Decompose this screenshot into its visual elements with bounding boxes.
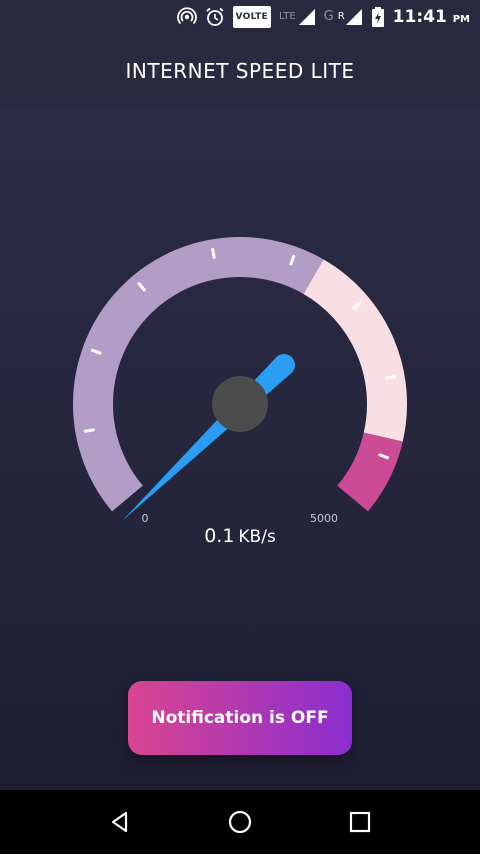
- recents-button[interactable]: [338, 800, 382, 844]
- gauge-min-label: 0: [142, 512, 149, 525]
- gauge-hub: [212, 376, 268, 432]
- hotspot-icon: [176, 6, 197, 28]
- gauge-tick: [83, 428, 95, 433]
- volte-icon: VOLTE: [232, 5, 272, 28]
- status-bar: VOLTE LTE G R 11:41 PM: [0, 0, 480, 33]
- gauge-tick: [211, 247, 216, 259]
- home-icon: [228, 810, 252, 834]
- notification-toggle-label: Notification is OFF: [151, 708, 329, 728]
- speed-gauge: 0 5000: [73, 237, 407, 525]
- back-icon: [111, 811, 128, 833]
- g-signal-icon: G R: [324, 6, 363, 28]
- app-bar: INTERNET SPEED LITE: [0, 33, 480, 108]
- clock-time: 11:41: [392, 6, 447, 27]
- home-button[interactable]: [218, 800, 262, 844]
- clock: 11:41 PM: [393, 7, 470, 27]
- roaming-label: R: [337, 11, 345, 22]
- system-nav-bar: [0, 790, 480, 854]
- gauge-tick: [385, 375, 397, 380]
- recents-icon: [349, 811, 371, 833]
- gauge-needle-tip: [273, 354, 295, 376]
- speed-value: 0.1: [204, 525, 235, 547]
- battery-charging-icon: [371, 6, 385, 28]
- gauge-band-high: [336, 431, 403, 512]
- gauge-needle: [122, 357, 292, 521]
- clock-ampm: PM: [452, 13, 470, 25]
- speed-unit: KB/s: [238, 527, 276, 547]
- speed-readout: 0.1 KB/s: [0, 525, 480, 547]
- page-title: INTERNET SPEED LITE: [125, 58, 355, 83]
- lte-signal-icon: LTE: [279, 6, 316, 28]
- gauge-max-label: 5000: [310, 512, 338, 525]
- main-content: 0 5000 0.1 KB/s Notification is OFF: [0, 108, 480, 790]
- g-label: G: [323, 9, 334, 24]
- notification-toggle-button[interactable]: Notification is OFF: [128, 681, 352, 755]
- alarm-icon: [205, 6, 225, 28]
- lte-label: LTE: [279, 11, 296, 22]
- gauge-band-mid: [303, 259, 407, 442]
- back-button[interactable]: [98, 800, 142, 844]
